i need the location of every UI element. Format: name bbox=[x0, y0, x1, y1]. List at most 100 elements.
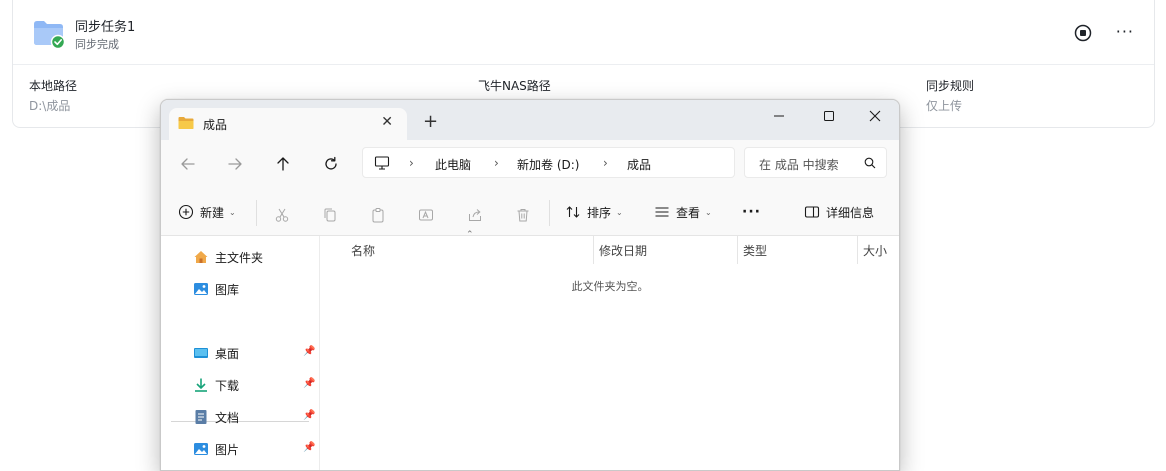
column-divider[interactable] bbox=[737, 236, 738, 264]
nav-label-downloads: 下载 bbox=[215, 378, 240, 393]
column-divider[interactable] bbox=[593, 236, 594, 264]
gallery-icon bbox=[194, 283, 208, 295]
nav-item-home[interactable]: 主文件夹 bbox=[193, 247, 263, 267]
up-arrow-icon[interactable] bbox=[272, 153, 294, 175]
breadcrumb-this-pc[interactable]: 此电脑 bbox=[435, 156, 471, 173]
breadcrumb-separator: › bbox=[603, 156, 608, 170]
toolbar-divider bbox=[256, 200, 257, 226]
home-icon bbox=[194, 251, 208, 263]
nav-label-documents: 文档 bbox=[215, 410, 240, 425]
view-list-icon bbox=[655, 207, 669, 217]
navigation-pane: 主文件夹 图库 桌面 📌 下载 � bbox=[161, 236, 319, 470]
address-bar[interactable]: › 此电脑 › 新加卷 (D:) › 成品 bbox=[362, 147, 735, 178]
details-label: 详细信息 bbox=[826, 205, 875, 220]
see-more-button[interactable]: ··· bbox=[742, 200, 761, 224]
sort-icon bbox=[566, 206, 580, 218]
column-header-name[interactable]: 名称 bbox=[351, 242, 375, 259]
download-icon bbox=[195, 378, 207, 392]
nav-item-desktop[interactable]: 桌面 bbox=[193, 343, 239, 363]
search-icon bbox=[864, 157, 876, 169]
this-pc-icon bbox=[374, 156, 390, 170]
toolbar-divider bbox=[549, 200, 550, 226]
column-header-type[interactable]: 类型 bbox=[743, 242, 767, 259]
document-icon bbox=[195, 410, 207, 424]
nav-label-gallery: 图库 bbox=[215, 282, 240, 297]
sort-label: 排序 bbox=[587, 205, 612, 220]
maximize-button[interactable] bbox=[807, 106, 851, 128]
pictures-icon bbox=[194, 443, 208, 455]
share-icon[interactable] bbox=[467, 203, 483, 227]
folder-icon bbox=[178, 117, 194, 129]
nav-divider bbox=[171, 421, 309, 422]
details-pane-icon bbox=[804, 206, 820, 218]
details-pane-button[interactable]: 详细信息 bbox=[804, 200, 874, 224]
tab-chengpin[interactable]: 成品 ✕ bbox=[169, 108, 407, 140]
breadcrumb-drive-d[interactable]: 新加卷 (D:) bbox=[517, 156, 579, 173]
nav-item-gallery[interactable]: 图库 bbox=[193, 279, 239, 299]
pin-icon[interactable]: 📌 bbox=[303, 442, 315, 453]
local-path-title: 本地路径 bbox=[29, 79, 78, 93]
tab-bar: 成品 ✕ + bbox=[161, 100, 899, 140]
breadcrumb-separator: › bbox=[494, 156, 499, 170]
delete-icon[interactable] bbox=[515, 203, 531, 227]
chevron-down-icon: ⌄ bbox=[705, 207, 712, 217]
stop-sync-button[interactable] bbox=[1074, 24, 1092, 42]
maximize-icon bbox=[824, 111, 834, 121]
desktop-icon bbox=[194, 348, 208, 358]
nav-label-home: 主文件夹 bbox=[215, 250, 264, 265]
rename-icon[interactable] bbox=[418, 203, 434, 227]
paste-icon[interactable] bbox=[370, 203, 386, 227]
pin-icon[interactable]: 📌 bbox=[303, 346, 315, 357]
new-label: 新建 bbox=[200, 205, 225, 220]
column-divider[interactable] bbox=[857, 236, 858, 264]
nav-item-downloads[interactable]: 下载 bbox=[193, 375, 239, 395]
more-icon: ··· bbox=[742, 204, 761, 220]
close-icon bbox=[869, 110, 881, 122]
new-button[interactable]: 新建 ⌄ bbox=[178, 200, 236, 224]
chevron-down-icon: ⌄ bbox=[616, 207, 623, 217]
minimize-button[interactable] bbox=[757, 106, 801, 128]
view-label: 查看 bbox=[676, 205, 701, 220]
search-placeholder: 在 成品 中搜索 bbox=[759, 158, 839, 172]
breadcrumb-chengpin[interactable]: 成品 bbox=[627, 156, 651, 173]
sort-ascending-icon: ⌃ bbox=[466, 230, 474, 240]
more-options-button[interactable]: ··· bbox=[1116, 22, 1134, 42]
close-tab-icon[interactable]: ✕ bbox=[381, 114, 393, 130]
new-tab-button[interactable]: + bbox=[423, 113, 438, 131]
nav-label-pictures: 图片 bbox=[215, 442, 240, 457]
back-arrow-icon[interactable] bbox=[177, 153, 199, 175]
close-window-button[interactable] bbox=[853, 106, 897, 128]
column-header-size[interactable]: 大小 bbox=[863, 242, 887, 259]
forward-arrow-icon[interactable] bbox=[224, 153, 246, 175]
search-box[interactable]: 在 成品 中搜索 bbox=[744, 147, 887, 178]
pin-icon[interactable]: 📌 bbox=[303, 378, 315, 389]
local-path-value: D:\成品 bbox=[29, 99, 71, 113]
sync-rule-value: 仅上传 bbox=[926, 99, 963, 113]
nas-path-title: 飞牛NAS路径 bbox=[478, 79, 551, 93]
pin-icon[interactable]: 📌 bbox=[303, 410, 315, 421]
task-name: 同步任务1 bbox=[75, 20, 136, 35]
breadcrumb-separator: › bbox=[409, 156, 414, 170]
copy-icon[interactable] bbox=[322, 203, 338, 227]
minimize-icon bbox=[774, 115, 784, 117]
address-toolbar: › 此电脑 › 新加卷 (D:) › 成品 在 成品 中搜索 bbox=[161, 140, 899, 188]
sync-task-header: 同步任务1 同步完成 ··· bbox=[13, 0, 1154, 65]
plus-circle-icon bbox=[178, 204, 194, 220]
nav-label-desktop: 桌面 bbox=[215, 346, 240, 361]
refresh-icon[interactable] bbox=[320, 153, 342, 175]
tab-label: 成品 bbox=[203, 118, 228, 132]
sort-button[interactable]: 排序 ⌄ bbox=[565, 200, 623, 224]
file-explorer-window: 成品 ✕ + › 此电脑 › 新加卷 (D:) › 成品 在 成品 中搜索 新建… bbox=[160, 99, 900, 471]
empty-folder-message: 此文件夹为空。 bbox=[571, 280, 649, 293]
folder-synced-icon bbox=[34, 21, 65, 48]
task-status: 同步完成 bbox=[75, 38, 119, 51]
nav-item-pictures[interactable]: 图片 bbox=[193, 439, 239, 459]
column-header-date[interactable]: 修改日期 bbox=[599, 242, 647, 259]
chevron-down-icon: ⌄ bbox=[229, 207, 236, 217]
command-bar: 新建 ⌄ 排序 ⌄ 查看 ⌄ ··· 详细信息 bbox=[161, 188, 899, 236]
nav-item-documents[interactable]: 文档 bbox=[193, 407, 239, 427]
view-button[interactable]: 查看 ⌄ bbox=[654, 200, 712, 224]
file-list: ⌃ 名称 修改日期 类型 大小 此文件夹为空。 bbox=[319, 230, 899, 470]
sync-rule-title: 同步规则 bbox=[926, 79, 975, 93]
cut-icon[interactable] bbox=[274, 203, 290, 227]
